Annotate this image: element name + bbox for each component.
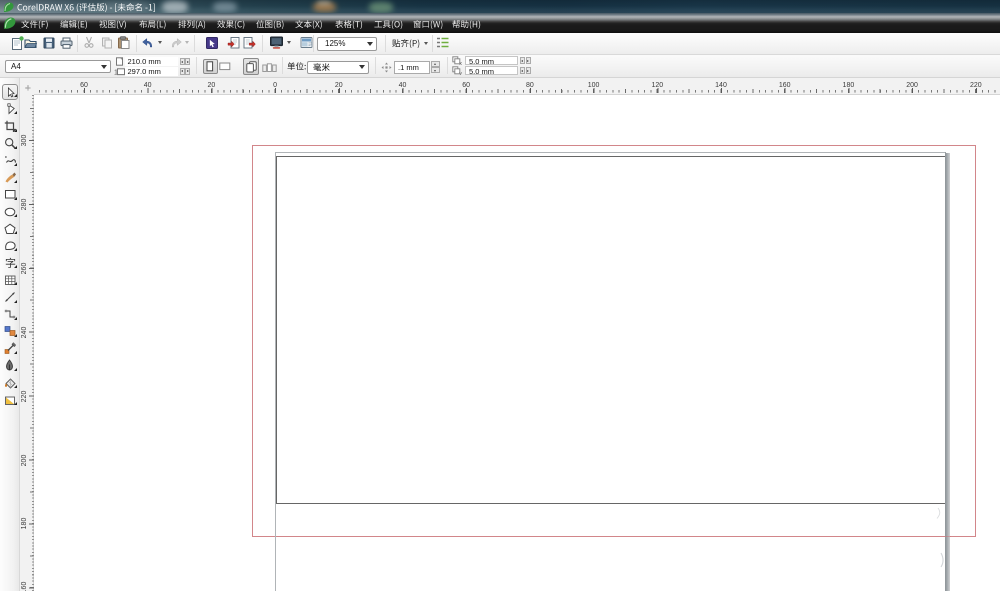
svg-text:y: y [459,70,462,74]
svg-text:x: x [459,60,462,64]
